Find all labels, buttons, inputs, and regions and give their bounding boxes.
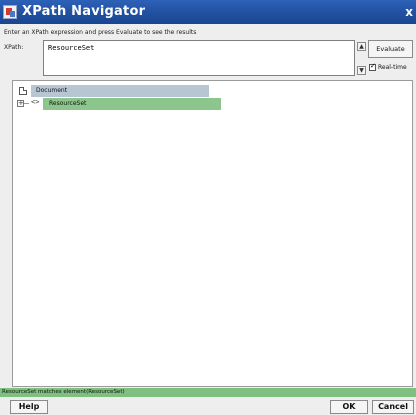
realtime-checkbox[interactable]	[369, 62, 376, 71]
window-title: XPath Navigator	[22, 4, 146, 19]
ok-button[interactable]: OK	[330, 400, 368, 414]
xpath-navigator-dialog: XPath Navigator x Enter an XPath express…	[0, 0, 416, 415]
tree-connector-line	[24, 103, 29, 104]
close-button[interactable]: x	[401, 5, 413, 19]
expand-icon[interactable]: +	[17, 100, 24, 107]
app-icon	[3, 5, 17, 19]
title-bar[interactable]: XPath Navigator x	[0, 0, 416, 24]
history-up-button[interactable]: ▲	[357, 42, 366, 51]
realtime-option[interactable]: Real-time	[369, 62, 407, 73]
realtime-label: Real-time	[378, 63, 407, 71]
resourceset-label: ResourceSet	[49, 100, 87, 107]
element-icon: <>	[31, 98, 40, 106]
instruction-text: Enter an XPath expression and press Eval…	[4, 29, 197, 36]
cancel-button[interactable]: Cancel	[372, 400, 414, 414]
results-tree[interactable]: Document + <> ResourceSet	[12, 80, 413, 387]
status-bar: ResourceSet matches element(ResourceSet)	[0, 388, 416, 397]
button-bar: Help OK Cancel	[0, 398, 416, 415]
document-label: Document	[36, 87, 68, 94]
help-button[interactable]: Help	[10, 400, 48, 414]
document-icon	[19, 87, 27, 95]
xpath-label: XPath:	[4, 44, 24, 51]
tree-node-document[interactable]: Document	[17, 85, 209, 97]
xpath-input[interactable]: ResourceSet	[43, 40, 355, 76]
tree-node-resourceset[interactable]: + <> ResourceSet	[17, 98, 222, 110]
evaluate-button[interactable]: Evaluate	[368, 40, 413, 58]
history-down-button[interactable]: ▼	[357, 66, 366, 75]
